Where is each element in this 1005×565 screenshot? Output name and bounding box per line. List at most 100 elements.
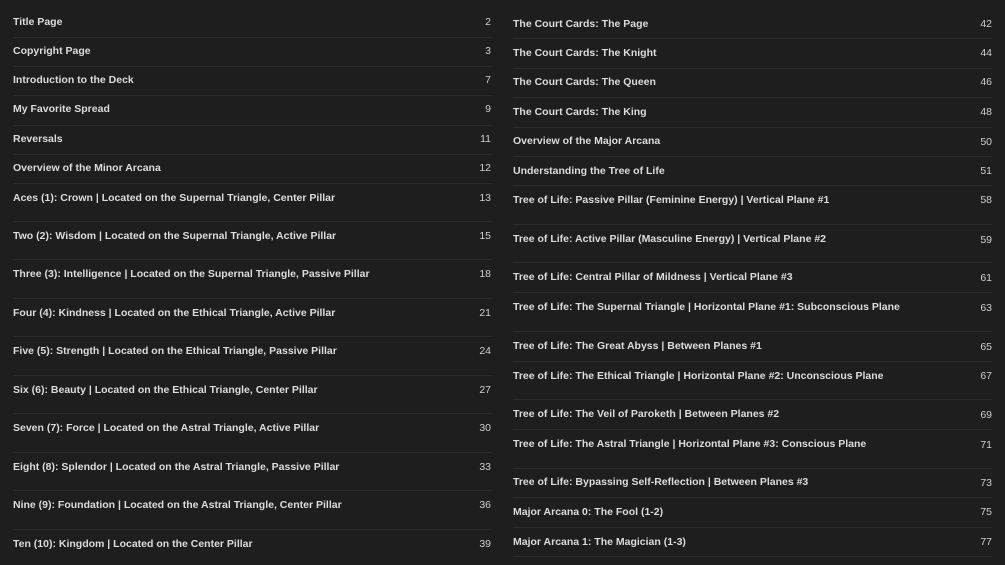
toc-entry-page: 3: [485, 45, 491, 57]
toc-entry-page: 12: [479, 162, 491, 174]
toc-entry-title: Tree of Life: The Great Abyss | Between …: [513, 340, 762, 352]
toc-entry-page: 44: [980, 47, 992, 59]
toc-entry-page: 61: [980, 272, 992, 284]
toc-entry[interactable]: Nine (9): Foundation | Located on the As…: [13, 491, 492, 530]
toc-entry-title: Tree of Life: The Veil of Paroketh | Bet…: [513, 408, 780, 420]
toc-entry-title: Tree of Life: Bypassing Self-Reflection …: [513, 476, 809, 488]
toc-entry-title: Copyright Page: [13, 45, 91, 57]
toc-entry-page: 15: [479, 230, 491, 242]
toc-entry[interactable]: Reversals 11: [13, 126, 492, 155]
toc-entry[interactable]: The Court Cards: The Knight 44: [513, 39, 992, 69]
toc-entry-title: The Court Cards: The Page: [513, 18, 649, 30]
toc-entry[interactable]: Tree of Life: The Astral Triangle | Hori…: [513, 430, 992, 469]
toc-entry-page: 77: [980, 536, 992, 548]
toc-entry-page: 67: [980, 370, 992, 382]
toc-entry-page: 58: [980, 194, 992, 206]
toc-entry-page: 18: [479, 268, 491, 280]
toc-entry[interactable]: Copyright Page 3: [13, 38, 492, 67]
toc-entry-page: 69: [980, 409, 992, 421]
toc-entry[interactable]: Four (4): Kindness | Located on the Ethi…: [13, 299, 492, 337]
toc-entry[interactable]: Eight (8): Splendor | Located on the Ast…: [13, 453, 492, 491]
toc-entry[interactable]: Major Arcana 1: The Magician (1-3) 77: [513, 528, 992, 557]
toc-entry-page: 48: [980, 106, 992, 118]
toc-entry[interactable]: Aces (1): Crown | Located on the Superna…: [13, 184, 492, 222]
toc-entry-title: Tree of Life: The Astral Triangle | Hori…: [513, 438, 867, 450]
toc-entry-title: The Court Cards: The Knight: [513, 47, 657, 59]
toc-entry-page: 50: [980, 136, 992, 148]
toc-entry-title: The Court Cards: The Queen: [513, 76, 656, 88]
toc-entry[interactable]: Two (2): Wisdom | Located on the Superna…: [13, 222, 492, 260]
toc-entry-title: Tree of Life: Active Pillar (Masculine E…: [513, 233, 827, 245]
toc-entry-page: 13: [479, 192, 491, 204]
toc-entry-page: 39: [479, 538, 491, 550]
toc-entry[interactable]: Major Arcana 0: The Fool (1-2) 75: [513, 498, 992, 528]
toc-entry-page: 71: [980, 439, 992, 451]
toc-entry[interactable]: My Favorite Spread 9: [13, 96, 492, 126]
toc-entry-page: 59: [980, 234, 992, 246]
toc-entry[interactable]: Tree of Life: The Supernal Triangle | Ho…: [513, 293, 992, 332]
toc-entry-page: 33: [479, 461, 491, 473]
toc-entry[interactable]: Tree of Life: Active Pillar (Masculine E…: [513, 225, 992, 263]
toc-entry-title: Five (5): Strength | Located on the Ethi…: [13, 345, 337, 357]
toc-entry-title: Overview of the Minor Arcana: [13, 162, 161, 174]
toc-entry-title: Nine (9): Foundation | Located on the As…: [13, 499, 342, 511]
toc-entry-title: Title Page: [13, 16, 63, 28]
toc-entry-page: 2: [485, 16, 491, 28]
toc-entry-title: My Favorite Spread: [13, 103, 110, 115]
toc-entry-page: 63: [980, 302, 992, 314]
toc-entry[interactable]: Understanding the Tree of Life 51: [513, 157, 992, 186]
toc-entry-title: Ten (10): Kingdom | Located on the Cente…: [13, 538, 253, 550]
toc-entry[interactable]: Tree of Life: Passive Pillar (Feminine E…: [513, 186, 992, 225]
toc-entry-title: Tree of Life: The Ethical Triangle | Hor…: [513, 370, 884, 382]
table-of-contents: Title Page 2 Copyright Page 3 Introduction…: [0, 0, 1005, 565]
toc-entry[interactable]: Three (3): Intelligence | Located on the…: [13, 260, 492, 299]
toc-entry-title: Two (2): Wisdom | Located on the Superna…: [13, 230, 337, 242]
toc-entry[interactable]: Tree of Life: Bypassing Self-Reflection …: [513, 469, 992, 498]
toc-entry[interactable]: Introduction to the Deck 7: [13, 67, 492, 96]
toc-entry-title: Four (4): Kindness | Located on the Ethi…: [13, 307, 336, 319]
toc-entry-page: 36: [479, 499, 491, 511]
toc-entry-page: 42: [980, 18, 992, 30]
toc-entry[interactable]: Tree of Life: The Veil of Paroketh | Bet…: [513, 400, 992, 430]
toc-entry-title: Reversals: [13, 133, 63, 145]
toc-entry[interactable]: Tree of Life: The Ethical Triangle | Hor…: [513, 362, 992, 400]
toc-entry[interactable]: Six (6): Beauty | Located on the Ethical…: [13, 376, 492, 414]
toc-entry[interactable]: Overview of the Minor Arcana 12: [13, 155, 492, 184]
toc-entry[interactable]: Overview of the Major Arcana 50: [513, 128, 992, 157]
toc-entry-title: Aces (1): Crown | Located on the Superna…: [13, 192, 336, 204]
toc-entry-title: Eight (8): Splendor | Located on the Ast…: [13, 461, 340, 473]
toc-entry-page: 11: [480, 133, 491, 145]
toc-entry-title: Seven (7): Force | Located on the Astral…: [13, 422, 320, 434]
toc-entry-title: Tree of Life: Central Pillar of Mildness…: [513, 271, 793, 283]
toc-entry-page: 27: [479, 384, 491, 396]
toc-entry-page: 7: [485, 74, 491, 86]
toc-entry-page: 21: [479, 307, 491, 319]
toc-entry-page: 9: [485, 103, 491, 115]
toc-entry[interactable]: The Court Cards: The Queen 46: [513, 69, 992, 98]
toc-entry[interactable]: Tree of Life: Central Pillar of Mildness…: [513, 263, 992, 293]
toc-entry-page: 73: [980, 477, 992, 489]
toc-entry-title: Tree of Life: Passive Pillar (Feminine E…: [513, 194, 830, 206]
toc-entry-title: Tree of Life: The Supernal Triangle | Ho…: [513, 301, 900, 313]
toc-entry[interactable]: The Court Cards: The King 48: [513, 98, 992, 128]
toc-entry[interactable]: Seven (7): Force | Located on the Astral…: [13, 414, 492, 453]
toc-entry-page: 51: [980, 165, 992, 177]
toc-entry-title: Overview of the Major Arcana: [513, 135, 661, 147]
toc-entry[interactable]: Title Page 2: [13, 8, 492, 38]
toc-entry[interactable]: Ten (10): Kingdom | Located on the Cente…: [13, 530, 492, 564]
toc-entry-page: 75: [980, 506, 992, 518]
toc-entry[interactable]: Tree of Life: The Great Abyss | Between …: [513, 332, 992, 362]
toc-entry-title: Six (6): Beauty | Located on the Ethical…: [13, 384, 318, 396]
toc-entry-title: Major Arcana 1: The Magician (1-3): [513, 536, 686, 548]
toc-entry-title: Major Arcana 0: The Fool (1-2): [513, 506, 664, 518]
toc-entry-title: Introduction to the Deck: [13, 74, 134, 86]
toc-entry-page: 24: [479, 345, 491, 357]
toc-entry-page: 65: [980, 341, 992, 353]
toc-entry-title: Three (3): Intelligence | Located on the…: [13, 268, 370, 280]
toc-entry-page: 30: [479, 422, 491, 434]
toc-entry[interactable]: The Court Cards: The Page 42: [513, 10, 992, 39]
toc-entry-title: The Court Cards: The King: [513, 106, 647, 118]
toc-entry-title: Understanding the Tree of Life: [513, 165, 665, 177]
toc-entry-page: 46: [980, 76, 992, 88]
toc-entry[interactable]: Five (5): Strength | Located on the Ethi…: [13, 337, 492, 376]
